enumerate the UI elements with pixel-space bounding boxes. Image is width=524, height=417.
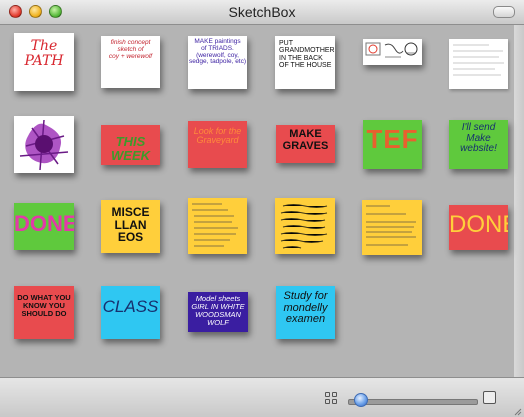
purple-splat-icon [19, 119, 69, 171]
vertical-scrollbar[interactable] [514, 25, 524, 377]
title-bar[interactable]: SketchBox [0, 0, 524, 25]
toolbar-toggle-button[interactable] [493, 6, 515, 18]
sketch-text: DONE [449, 211, 508, 238]
sketch-text: DO WHAT YOU KNOW YOU SHOULD DO [17, 293, 71, 318]
sketch-tile[interactable]: MISCE LLAN EOS [101, 200, 160, 253]
sketch-tile[interactable]: MAKE GRAVES [276, 125, 335, 163]
sketch-tile[interactable]: DONE [449, 205, 508, 250]
sketch-text: MAKE paintings of TRIADS. (werewolf, coy… [188, 38, 247, 66]
sketch-tile[interactable] [362, 200, 422, 255]
resize-grip-icon[interactable] [514, 408, 522, 416]
sketch-tile[interactable] [14, 116, 74, 173]
sketch-tile[interactable]: MAKE paintings of TRIADS. (werewolf, coy… [188, 36, 247, 89]
large-thumbnail-icon[interactable] [483, 391, 496, 404]
sketch-lines-icon [453, 44, 504, 76]
sketch-tile[interactable] [188, 198, 247, 254]
sketch-tile[interactable]: Look for the Graveyard [188, 121, 247, 168]
small-thumbnails-icon[interactable] [325, 392, 338, 405]
sketch-text: MISCE LLAN EOS [111, 205, 150, 245]
sketch-tile[interactable]: THIS WEEK [101, 125, 160, 165]
window-title: SketchBox [228, 4, 296, 20]
sketch-text: The PATH [24, 38, 64, 69]
sketch-text: TEF [366, 124, 419, 154]
sketch-lines-icon [366, 205, 416, 246]
sketch-tile[interactable] [275, 198, 335, 254]
sketch-tile[interactable]: Model sheets GIRL IN WHITE WOODSMAN WOLF [188, 292, 248, 332]
sketch-grid [0, 25, 524, 377]
sketch-tile[interactable]: I'll send Make website! [449, 120, 508, 169]
sketchbox-window: SketchBox The PATH finish concept sketch… [0, 0, 524, 417]
sketch-text: Look for the Graveyard [193, 126, 242, 146]
sketch-text: Model sheets GIRL IN WHITE WOODSMAN WOLF [191, 294, 245, 327]
sketch-tile[interactable]: finish concept sketch of coy + werewolf [101, 36, 160, 88]
sketch-text: finish concept sketch of coy + werewolf [108, 39, 153, 60]
sketch-tile[interactable]: CLASS [101, 286, 160, 339]
sketch-tile[interactable]: Study for mondelly examen [276, 286, 335, 339]
bottom-bar [0, 377, 524, 417]
sketch-tile[interactable]: DONE [14, 203, 74, 250]
sketch-text: MAKE GRAVES [282, 128, 329, 152]
sketch-tile[interactable] [449, 39, 508, 89]
sketch-lines-icon [192, 203, 238, 247]
sketch-text: CLASS [102, 297, 159, 316]
sketch-text: PUT GRANDMOTHER IN THE BACK OF THE HOUSE [279, 40, 335, 70]
sketch-drawing-icon [365, 42, 418, 58]
sketch-tile[interactable]: TEF [363, 120, 422, 169]
sketch-tile[interactable]: PUT GRANDMOTHER IN THE BACK OF THE HOUSE [275, 36, 335, 89]
sketch-tile[interactable]: DO WHAT YOU KNOW YOU SHOULD DO [14, 286, 74, 339]
sketch-text: Study for mondelly examen [283, 290, 328, 326]
sketch-tile[interactable] [363, 39, 422, 65]
sketch-text: I'll send Make website! [460, 122, 497, 154]
sketch-text: THIS WEEK [111, 134, 150, 163]
sketch-text: DONE [14, 211, 74, 236]
sketch-tile[interactable]: The PATH [14, 33, 74, 91]
sketch-lines-icon [280, 204, 328, 249]
zoom-slider-knob[interactable] [353, 393, 368, 407]
